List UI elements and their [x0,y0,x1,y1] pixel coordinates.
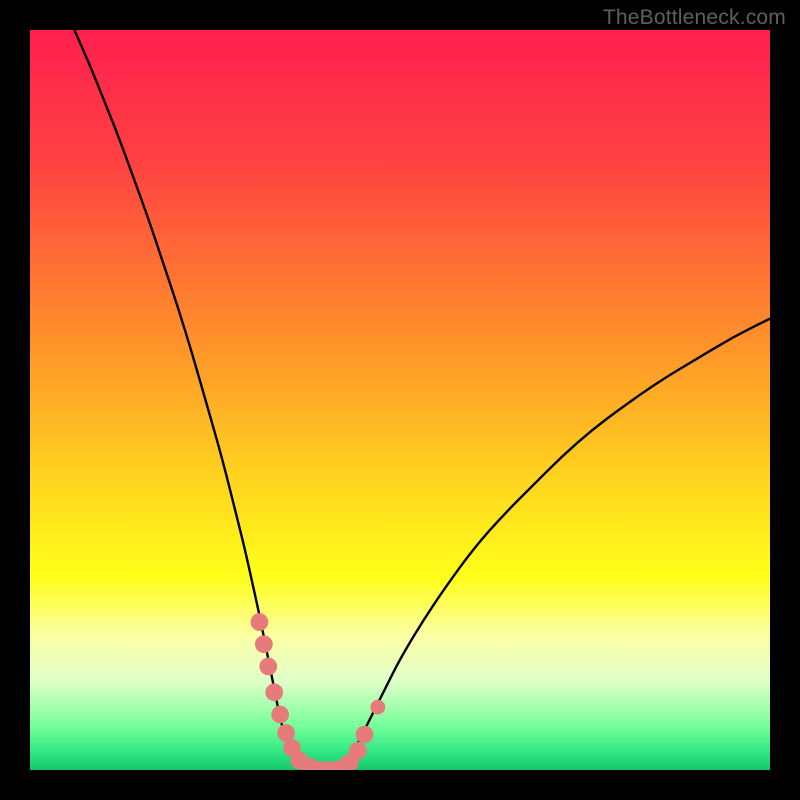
right-cluster-1 [349,742,367,760]
chart-frame: TheBottleneck.com [0,0,800,800]
plot-area [30,30,770,770]
left-cluster-4 [265,683,283,701]
left-cluster-5 [271,706,289,724]
right-cluster-2 [356,726,374,744]
watermark-text: TheBottleneck.com [603,6,786,30]
curve-layer [30,30,770,770]
right-outlier [370,700,385,715]
left-cluster-3 [259,658,277,676]
bottleneck-curve [74,30,770,770]
left-cluster-2 [255,635,273,653]
left-cluster-1 [251,613,269,631]
data-markers [251,613,386,770]
